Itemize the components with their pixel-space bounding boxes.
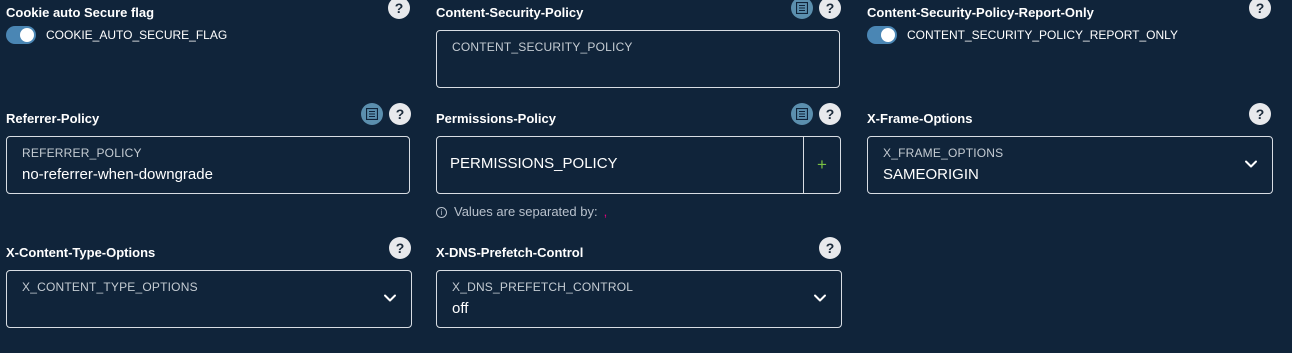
x-dns-prefetch-control-select[interactable]: X_DNS_PREFETCH_CONTROL off xyxy=(436,270,842,328)
csp-report-only-toggle[interactable] xyxy=(867,26,897,44)
permissions-policy-field: Permissions-Policy ? PERMISSIONS_POLICY … xyxy=(436,103,842,221)
x-dns-prefetch-control-value: off xyxy=(452,300,469,317)
x-frame-options-help-icon[interactable]: ? xyxy=(1249,103,1271,125)
chevron-down-icon xyxy=(813,291,827,310)
csp-report-only-label: Content-Security-Policy-Report-Only xyxy=(867,5,1094,20)
permissions-policy-input[interactable]: PERMISSIONS_POLICY xyxy=(436,136,804,194)
x-content-type-options-select[interactable]: X_CONTENT_TYPE_OPTIONS xyxy=(6,270,412,328)
permissions-policy-hint: i Values are separated by:, xyxy=(436,204,607,219)
permissions-policy-add-button[interactable]: + xyxy=(803,136,841,194)
permissions-policy-input-group: PERMISSIONS_POLICY + xyxy=(436,136,842,194)
referrer-policy-placeholder: REFERRER_POLICY xyxy=(22,146,142,160)
x-dns-prefetch-control-placeholder: X_DNS_PREFETCH_CONTROL xyxy=(452,280,634,294)
x-frame-options-value: SAMEORIGIN xyxy=(883,166,979,183)
permissions-policy-hint-text: Values are separated by: xyxy=(454,204,598,219)
x-frame-options-placeholder: X_FRAME_OPTIONS xyxy=(883,146,1004,160)
cookie-secure-label: Cookie auto Secure flag xyxy=(6,5,155,20)
referrer-policy-label: Referrer-Policy xyxy=(6,111,100,126)
x-dns-prefetch-control-help-icon[interactable]: ? xyxy=(819,237,841,259)
cookie-secure-field: Cookie auto Secure flag ? COOKIE_AUTO_SE… xyxy=(6,0,412,45)
csp-input[interactable]: CONTENT_SECURITY_POLICY xyxy=(436,30,840,88)
referrer-policy-value: no-referrer-when-downgrade xyxy=(22,166,213,183)
permissions-policy-separator: , xyxy=(603,204,608,219)
referrer-policy-editor-icon[interactable] xyxy=(361,103,383,125)
chevron-down-icon xyxy=(1244,157,1258,176)
info-circle-icon: i xyxy=(436,207,447,218)
referrer-policy-input[interactable]: REFERRER_POLICY no-referrer-when-downgra… xyxy=(6,136,410,194)
chevron-down-icon xyxy=(383,291,397,310)
permissions-policy-input-text: PERMISSIONS_POLICY xyxy=(450,155,618,172)
toggle-knob xyxy=(20,28,34,42)
x-frame-options-select[interactable]: X_FRAME_OPTIONS SAMEORIGIN xyxy=(867,136,1273,194)
csp-placeholder: CONTENT_SECURITY_POLICY xyxy=(452,40,633,54)
cookie-secure-toggle-label: COOKIE_AUTO_SECURE_FLAG xyxy=(46,28,228,42)
x-dns-prefetch-control-field: X-DNS-Prefetch-Control ? X_DNS_PREFETCH_… xyxy=(436,237,842,329)
csp-editor-icon[interactable] xyxy=(791,0,813,19)
csp-help-icon[interactable]: ? xyxy=(819,0,841,19)
x-content-type-options-field: X-Content-Type-Options ? X_CONTENT_TYPE_… xyxy=(6,237,412,329)
csp-report-only-help-icon[interactable]: ? xyxy=(1249,0,1271,19)
cookie-secure-toggle[interactable] xyxy=(6,26,36,44)
referrer-policy-field: Referrer-Policy ? REFERRER_POLICY no-ref… xyxy=(6,103,412,195)
csp-label: Content-Security-Policy xyxy=(436,5,584,20)
toggle-knob xyxy=(881,28,895,42)
permissions-policy-editor-icon[interactable] xyxy=(791,103,813,125)
x-dns-prefetch-control-label: X-DNS-Prefetch-Control xyxy=(436,245,584,260)
referrer-policy-help-icon[interactable]: ? xyxy=(389,103,411,125)
csp-report-only-field: Content-Security-Policy-Report-Only ? CO… xyxy=(867,0,1273,45)
x-content-type-options-label: X-Content-Type-Options xyxy=(6,245,156,260)
x-content-type-options-placeholder: X_CONTENT_TYPE_OPTIONS xyxy=(22,280,198,294)
x-content-type-options-help-icon[interactable]: ? xyxy=(389,237,411,259)
x-frame-options-label: X-Frame-Options xyxy=(867,111,973,126)
csp-report-only-toggle-label: CONTENT_SECURITY_POLICY_REPORT_ONLY xyxy=(907,28,1178,42)
plus-icon: + xyxy=(817,155,827,174)
permissions-policy-help-icon[interactable]: ? xyxy=(819,103,841,125)
cookie-secure-help-icon[interactable]: ? xyxy=(388,0,410,19)
x-frame-options-field: X-Frame-Options ? X_FRAME_OPTIONS SAMEOR… xyxy=(867,103,1273,195)
permissions-policy-label: Permissions-Policy xyxy=(436,111,556,126)
csp-field: Content-Security-Policy ? CONTENT_SECURI… xyxy=(436,0,842,89)
